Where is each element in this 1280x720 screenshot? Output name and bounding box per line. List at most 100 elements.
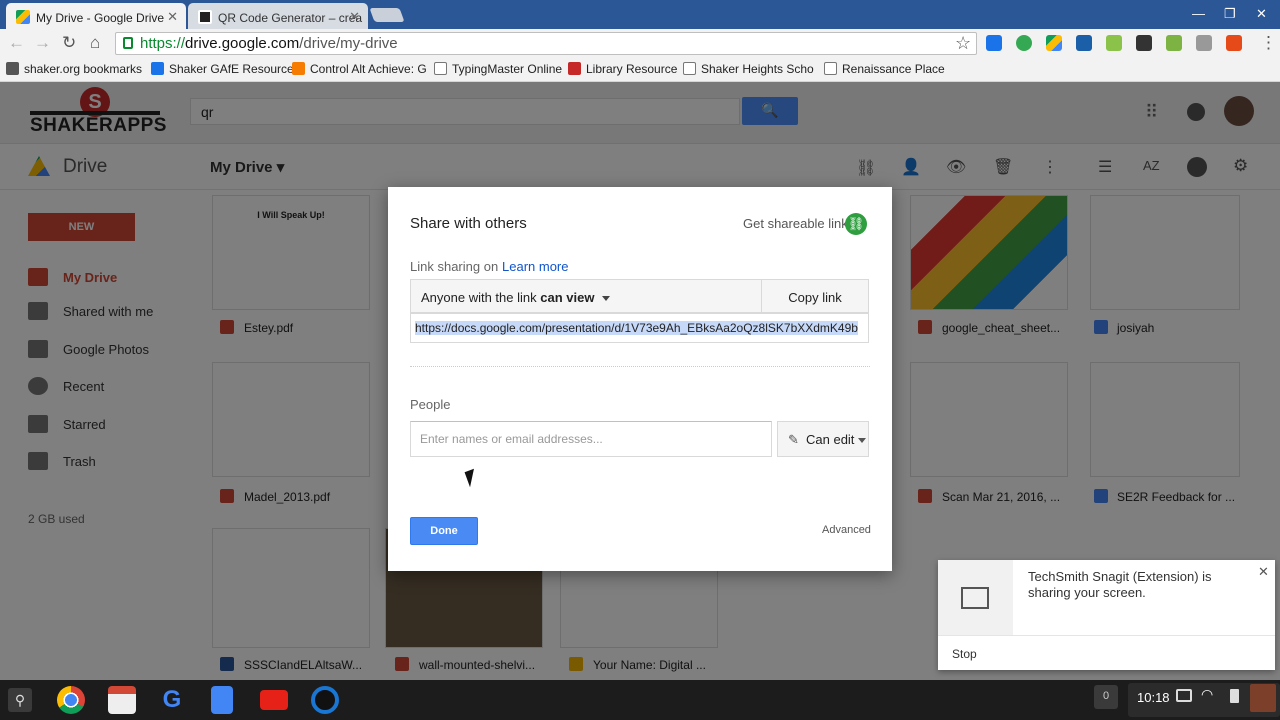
bookmark-label: shaker.org bookmarks: [24, 62, 143, 76]
page-icon: [824, 62, 837, 75]
advanced-link[interactable]: Advanced: [822, 524, 871, 536]
tab-qr-generator[interactable]: QR Code Generator – crea ✕: [188, 3, 368, 29]
browser-toolbar: ← → ↻ ⌂ https://drive.google.com/drive/m…: [0, 29, 1280, 58]
bookmarks-bar: shaker.org bookmarks Shaker GAfE Resourc…: [0, 58, 1280, 82]
close-tab-icon[interactable]: ✕: [349, 9, 360, 25]
close-tab-icon[interactable]: ✕: [167, 9, 178, 25]
people-permission-dropdown[interactable]: ✎ Can edit: [777, 421, 869, 457]
stop-sharing-button[interactable]: Stop: [952, 647, 977, 661]
bookmark[interactable]: Control Alt Achieve: G: [292, 62, 427, 76]
url-host: drive.google.com: [185, 35, 300, 52]
people-label: People: [410, 397, 451, 412]
bookmark[interactable]: TypingMaster Online: [434, 62, 562, 76]
bookmark-label: Shaker GAfE Resource: [169, 62, 294, 76]
bookmark[interactable]: Shaker GAfE Resource: [151, 62, 294, 76]
home-icon[interactable]: ⌂: [90, 33, 100, 53]
chevron-down-icon: [602, 296, 611, 302]
reload-icon[interactable]: ↻: [62, 33, 76, 53]
browser-tab-strip: My Drive - Google Drive ✕ QR Code Genera…: [0, 0, 1280, 29]
drive-extension-icon[interactable]: [1046, 35, 1062, 51]
page-icon: [434, 62, 447, 75]
divider: [938, 635, 1275, 636]
dialog-title: Share with others: [410, 215, 527, 232]
snagit-icon[interactable]: [311, 686, 339, 714]
bookmark-label: Control Alt Achieve: G: [310, 62, 427, 76]
tab-title: QR Code Generator – crea: [218, 11, 363, 25]
bookmark-label: TypingMaster Online: [452, 62, 563, 76]
extension-icon-5[interactable]: [1106, 35, 1122, 51]
bookmark[interactable]: Library Resource: [568, 62, 677, 76]
launcher-search-icon[interactable]: ⚲: [8, 688, 32, 712]
page-icon: [683, 62, 696, 75]
star-icon[interactable]: ☆: [955, 33, 971, 54]
extension-icon-7[interactable]: [1166, 35, 1182, 51]
divider: [410, 366, 870, 367]
share-url: https://docs.google.com/presentation/d/1…: [415, 321, 858, 335]
bookmark-label: Shaker Heights Scho: [701, 62, 814, 76]
cast-icon: [1176, 689, 1192, 702]
bookmark[interactable]: Shaker Heights Scho: [683, 62, 814, 76]
chrome-icon[interactable]: [57, 686, 85, 714]
notification-icon-box: [938, 560, 1013, 635]
people-placeholder: Enter names or email addresses...: [420, 432, 603, 446]
people-input[interactable]: Enter names or email addresses...: [410, 421, 772, 457]
youtube-icon[interactable]: [260, 690, 288, 710]
permission-prefix: Anyone with the link: [421, 290, 537, 305]
link-icon[interactable]: ⛓: [845, 213, 867, 235]
screen-share-icon: [961, 587, 989, 609]
extension-icon-4[interactable]: [1076, 35, 1092, 51]
google-docs-icon[interactable]: [211, 686, 233, 714]
share-url-field[interactable]: https://docs.google.com/presentation/d/1…: [410, 313, 869, 343]
battery-icon: [1230, 689, 1239, 703]
forward-arrow-icon[interactable]: →: [34, 33, 51, 53]
extension-icon-1[interactable]: [986, 35, 1002, 51]
minimize-icon[interactable]: —: [1192, 6, 1205, 21]
bookmark-icon: [151, 62, 164, 75]
qr-site-icon: [198, 10, 212, 24]
extension-icon-2[interactable]: [1016, 35, 1032, 51]
blogger-icon: [292, 62, 305, 75]
link-sharing-status: Link sharing on: [410, 259, 499, 274]
close-window-icon[interactable]: ✕: [1256, 6, 1267, 22]
google-search-icon[interactable]: G: [158, 686, 186, 714]
restore-icon[interactable]: ❐: [1224, 6, 1236, 22]
bookmark-folder[interactable]: shaker.org bookmarks: [6, 62, 142, 76]
menu-icon[interactable]: ⋮: [1260, 33, 1277, 53]
link-permission-dropdown[interactable]: Anyone with the link can view: [410, 279, 762, 313]
wifi-icon: ◠: [1201, 686, 1214, 702]
back-arrow-icon[interactable]: ←: [8, 33, 25, 53]
get-shareable-link[interactable]: Get shareable link: [743, 216, 848, 231]
clock: 10:18: [1137, 690, 1170, 705]
chevron-down-icon: [858, 438, 867, 444]
permission-value: can view: [540, 290, 595, 305]
google-drive-icon: [16, 10, 30, 24]
bookmark-label: Library Resource: [586, 62, 678, 76]
tab-my-drive[interactable]: My Drive - Google Drive ✕: [6, 3, 186, 29]
address-bar[interactable]: https://drive.google.com/drive/my-drive: [115, 32, 977, 55]
tab-title: My Drive - Google Drive: [36, 11, 165, 25]
user-avatar-icon: [1250, 684, 1276, 712]
extension-icon-8[interactable]: [1196, 35, 1212, 51]
notification-count-badge[interactable]: 0: [1094, 685, 1118, 709]
screen-sharing-notification: TechSmith Snagit (Extension) is sharing …: [938, 560, 1275, 670]
bookmark[interactable]: Renaissance Place: [824, 62, 945, 76]
pencil-icon: ✎: [788, 432, 799, 447]
folder-icon: [6, 62, 19, 75]
gmail-icon[interactable]: [108, 686, 136, 714]
new-tab-button[interactable]: [369, 8, 405, 22]
url-path: /drive/my-drive: [299, 35, 398, 52]
share-dialog: Share with others Get shareable link ⛓ L…: [388, 187, 892, 571]
bookmark-label: Renaissance Place: [842, 62, 945, 76]
url-scheme: https://: [140, 35, 186, 52]
office-extension-icon[interactable]: [1226, 35, 1242, 51]
people-permission-label: Can edit: [806, 432, 855, 447]
notification-text: TechSmith Snagit (Extension) is sharing …: [1028, 569, 1212, 600]
copy-link-button[interactable]: Copy link: [761, 279, 869, 313]
lock-icon: [123, 37, 133, 49]
os-shelf: ⚲ G: [0, 680, 1280, 720]
library-icon: [568, 62, 581, 75]
qr-extension-icon[interactable]: [1136, 35, 1152, 51]
done-button[interactable]: Done: [410, 517, 478, 545]
close-icon[interactable]: ✕: [1258, 564, 1269, 580]
learn-more-link[interactable]: Learn more: [502, 259, 568, 274]
